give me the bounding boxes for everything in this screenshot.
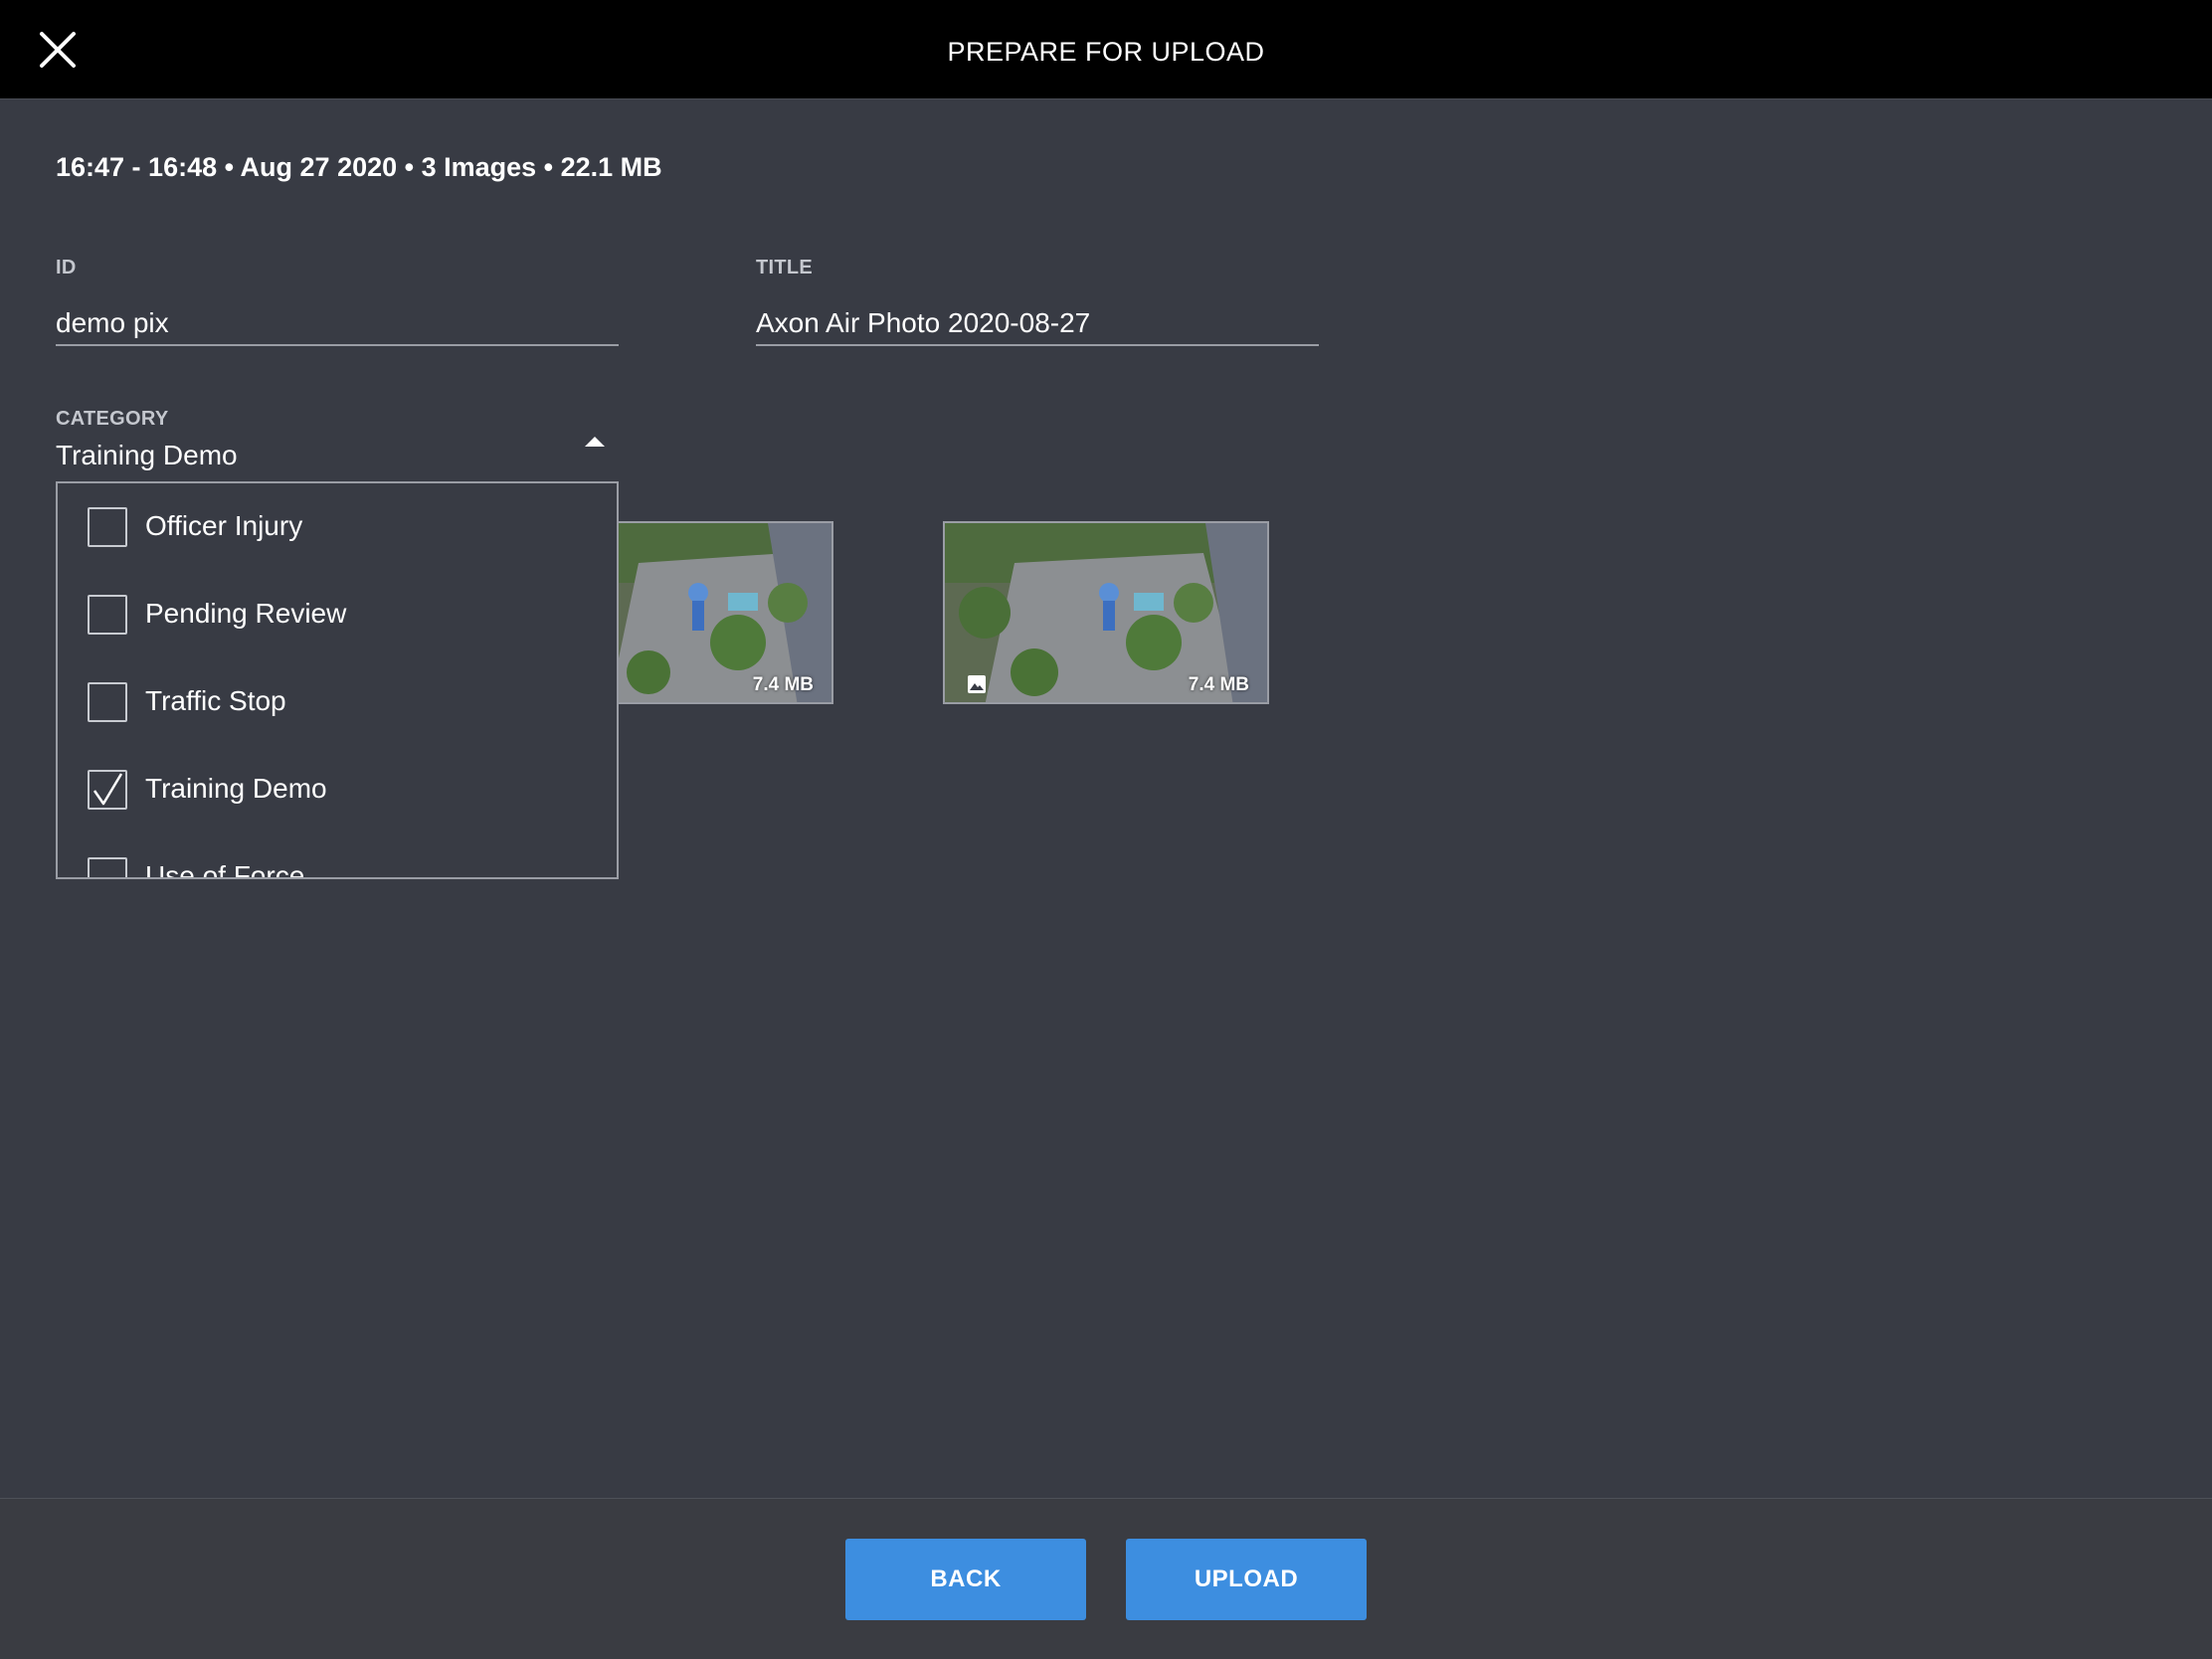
top-bar: PREPARE FOR UPLOAD bbox=[0, 0, 2212, 99]
caret-up-icon bbox=[585, 437, 605, 447]
category-dropdown[interactable]: Officer Injury Pending Review Traffic St… bbox=[56, 481, 619, 879]
upload-button[interactable]: UPLOAD bbox=[1126, 1539, 1367, 1620]
checkbox-checked[interactable] bbox=[88, 770, 127, 810]
checkbox[interactable] bbox=[88, 595, 127, 635]
image-icon bbox=[968, 675, 986, 693]
checkbox[interactable] bbox=[88, 682, 127, 722]
back-button[interactable]: BACK bbox=[845, 1539, 1086, 1620]
id-label: ID bbox=[56, 257, 77, 278]
file-size: 7.4 MB bbox=[1188, 674, 1249, 695]
category-select[interactable]: Training Demo bbox=[56, 440, 238, 471]
image-thumbnail[interactable]: 7.4 MB bbox=[587, 521, 833, 704]
category-option-pending-review[interactable]: Pending Review bbox=[58, 571, 617, 658]
checkbox[interactable] bbox=[88, 507, 127, 547]
option-label: Pending Review bbox=[145, 598, 347, 629]
category-option-traffic-stop[interactable]: Traffic Stop bbox=[58, 658, 617, 746]
id-field[interactable] bbox=[56, 302, 619, 346]
option-label: Training Demo bbox=[145, 773, 327, 804]
option-label: Officer Injury bbox=[145, 510, 303, 541]
option-label: Traffic Stop bbox=[145, 685, 286, 716]
file-size: 7.4 MB bbox=[752, 674, 814, 695]
title-label: TITLE bbox=[756, 257, 814, 278]
checkmark-icon bbox=[92, 773, 123, 806]
recording-summary: 16:47 - 16:48 • Aug 27 2020 • 3 Images •… bbox=[56, 152, 662, 182]
image-thumbnail[interactable]: 7.4 MB bbox=[943, 521, 1269, 704]
category-option-use-of-force[interactable]: Use of Force bbox=[58, 833, 617, 879]
checkbox[interactable] bbox=[88, 857, 127, 877]
category-toggle[interactable] bbox=[583, 430, 607, 454]
category-option-training-demo[interactable]: Training Demo bbox=[58, 746, 617, 833]
footer-bar bbox=[0, 1498, 2212, 1659]
category-label: CATEGORY bbox=[56, 408, 169, 430]
title-field[interactable] bbox=[756, 302, 1319, 346]
category-option-officer-injury[interactable]: Officer Injury bbox=[58, 483, 617, 571]
page-title: PREPARE FOR UPLOAD bbox=[947, 37, 1265, 67]
option-label: Use of Force bbox=[145, 860, 305, 879]
